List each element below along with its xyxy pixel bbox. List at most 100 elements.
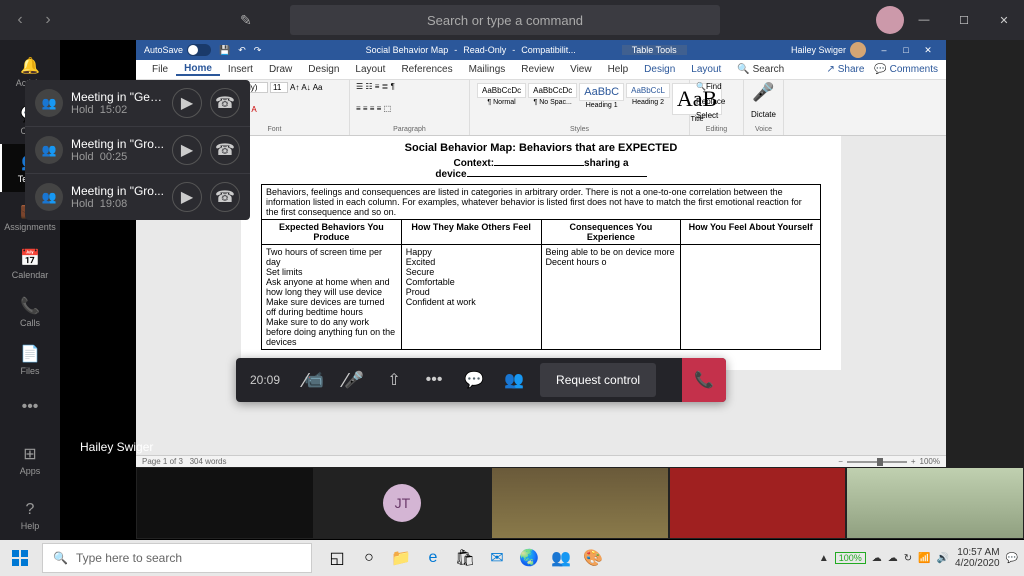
group-voice: Voice xyxy=(750,126,777,133)
rail-apps[interactable]: ⊞Apps xyxy=(0,436,60,484)
resume-button[interactable]: ▶ xyxy=(172,88,202,118)
tab-draw[interactable]: Draw xyxy=(261,64,300,75)
avatar[interactable] xyxy=(876,6,904,34)
onedrive-icon[interactable]: ☁ xyxy=(888,553,898,564)
compose-icon[interactable]: ✎ xyxy=(240,12,252,29)
find-button[interactable]: 🔍Find xyxy=(696,82,737,91)
tab-insert[interactable]: Insert xyxy=(220,64,261,75)
teams-icon[interactable]: 👥 xyxy=(546,543,576,573)
save-icon[interactable]: 💾 xyxy=(219,45,230,56)
intro-text: Behaviors, feelings and consequences are… xyxy=(261,184,821,219)
comments-button[interactable]: 💬 Comments xyxy=(874,64,938,75)
tab-view[interactable]: View xyxy=(562,64,600,75)
page-count[interactable]: Page 1 of 3 xyxy=(142,457,183,466)
explorer-icon[interactable]: 📁 xyxy=(386,543,416,573)
cortana-icon[interactable]: ○ xyxy=(354,543,384,573)
rail-more[interactable]: ••• xyxy=(0,384,60,432)
hangup-button[interactable]: ☎ xyxy=(210,88,240,118)
rail-calendar[interactable]: 📅Calendar xyxy=(0,240,60,288)
replace-button[interactable]: Replace xyxy=(696,97,737,106)
tab-file[interactable]: File xyxy=(144,64,176,75)
word-window: AutoSave 💾 ↶ ↷ Social Behavior Map- Read… xyxy=(136,40,946,467)
tab-help[interactable]: Help xyxy=(600,64,637,75)
word-account[interactable]: Hailey Swiger xyxy=(791,42,866,58)
tab-design[interactable]: Design xyxy=(300,64,347,75)
store-icon[interactable]: 🛍 xyxy=(450,543,480,573)
video-tile-3[interactable] xyxy=(846,467,1024,539)
search-input[interactable]: Search or type a command xyxy=(290,5,720,35)
rail-help[interactable]: ?Help xyxy=(0,492,60,540)
tab-table-design[interactable]: Design xyxy=(636,64,683,75)
mail-icon[interactable]: ✉ xyxy=(482,543,512,573)
group-paragraph: Paragraph xyxy=(356,126,463,133)
volume-icon[interactable]: 🔊 xyxy=(937,553,949,564)
more-actions-button[interactable]: ••• xyxy=(414,358,454,402)
clock[interactable]: 10:57 AM4/20/2020 xyxy=(955,547,1000,569)
chat-toggle[interactable]: 💬 xyxy=(454,358,494,402)
zoom-control[interactable]: −+100% xyxy=(838,457,940,466)
tab-home[interactable]: Home xyxy=(176,63,220,76)
rail-files[interactable]: 📄Files xyxy=(0,336,60,384)
tab-table-layout[interactable]: Layout xyxy=(683,64,729,75)
back-button[interactable]: ‹ xyxy=(8,8,32,32)
held-meeting: 👥 Meeting in "Gen...Hold 15:02 ▶ ☎ xyxy=(25,80,250,127)
hangup-button[interactable]: ☎ xyxy=(210,135,240,165)
document-area[interactable]: Social Behavior Map: Behaviors that are … xyxy=(136,136,946,455)
word-count[interactable]: 304 words xyxy=(190,457,227,466)
autosave-toggle[interactable]: AutoSave xyxy=(144,44,211,56)
word-max-icon[interactable]: □ xyxy=(896,45,916,56)
dictate-button[interactable]: 🎤 xyxy=(750,82,777,103)
paragraph-controls[interactable]: ☰ ☷ ≡ ≣ ¶ xyxy=(356,82,463,91)
forward-button[interactable]: › xyxy=(36,8,60,32)
undo-icon[interactable]: ↶ xyxy=(238,45,246,56)
maximize-button[interactable]: ☐ xyxy=(944,0,984,40)
select-button[interactable]: Select xyxy=(696,111,737,120)
tab-mailings[interactable]: Mailings xyxy=(461,64,514,75)
align-controls[interactable]: ≡ ≡ ≡ ≡ ⬚ xyxy=(356,104,463,113)
resume-button[interactable]: ▶ xyxy=(172,182,202,212)
video-tile-avatar[interactable]: JT xyxy=(314,467,492,539)
teams-titlebar: ‹ › ✎ Search or type a command — ☐ ✕ xyxy=(0,0,1024,40)
wifi-icon[interactable]: 📶 xyxy=(918,553,930,564)
start-button[interactable] xyxy=(0,540,40,576)
tell-me-search[interactable]: 🔍 Search xyxy=(729,64,792,75)
mic-toggle[interactable]: 🎤⁄ xyxy=(334,358,374,402)
tab-review[interactable]: Review xyxy=(513,64,562,75)
doc-compat: Compatibilit... xyxy=(521,45,576,55)
redo-icon[interactable]: ↷ xyxy=(254,45,262,56)
paint-icon[interactable]: 🎨 xyxy=(578,543,608,573)
hangup-button[interactable]: 📞 xyxy=(682,358,726,402)
share-button[interactable]: ↗ Share xyxy=(827,64,865,75)
close-button[interactable]: ✕ xyxy=(984,0,1024,40)
video-tile-2[interactable] xyxy=(669,467,847,539)
presenter-name: Hailey Swiger xyxy=(80,440,153,454)
video-tile-empty[interactable] xyxy=(136,467,314,539)
battery-status[interactable]: 100% xyxy=(835,552,866,564)
camera-toggle[interactable]: 📹⁄ xyxy=(294,358,334,402)
update-icon[interactable]: ↻ xyxy=(904,553,912,564)
word-statusbar: Page 1 of 3 304 words −+100% xyxy=(136,455,946,467)
tray-chevron-icon[interactable]: ▲ xyxy=(819,553,829,564)
share-screen-button[interactable]: ⇧ xyxy=(374,358,414,402)
participants-button[interactable]: 👥 xyxy=(494,358,534,402)
video-tile-1[interactable] xyxy=(491,467,669,539)
onedrive-icon[interactable]: ☁ xyxy=(872,553,882,564)
request-control-button[interactable]: Request control xyxy=(540,363,656,397)
minimize-button[interactable]: — xyxy=(904,0,944,40)
word-min-icon[interactable]: – xyxy=(874,45,894,56)
behavior-table: Expected Behaviors You Produce How They … xyxy=(261,219,821,350)
system-tray[interactable]: ▲ 100% ☁ ☁ ↻ 📶 🔊 10:57 AM4/20/2020 💬 xyxy=(819,547,1024,569)
tab-layout[interactable]: Layout xyxy=(347,64,393,75)
word-close-icon[interactable]: ✕ xyxy=(918,45,938,56)
notifications-icon[interactable]: 💬 xyxy=(1006,553,1018,564)
edge-icon[interactable]: e xyxy=(418,543,448,573)
tab-references[interactable]: References xyxy=(393,64,460,75)
taskbar-search[interactable]: 🔍Type here to search xyxy=(42,543,312,573)
meeting-title: Meeting in "Gro... xyxy=(71,137,164,151)
resume-button[interactable]: ▶ xyxy=(172,135,202,165)
firefox-icon[interactable]: 🌏 xyxy=(514,543,544,573)
styles-gallery[interactable]: AaBbCcDc¶ Normal AaBbCcDc¶ No Spac... Aa… xyxy=(476,82,683,123)
rail-calls[interactable]: 📞Calls xyxy=(0,288,60,336)
hangup-button[interactable]: ☎ xyxy=(210,182,240,212)
task-view-icon[interactable]: ◱ xyxy=(322,543,352,573)
